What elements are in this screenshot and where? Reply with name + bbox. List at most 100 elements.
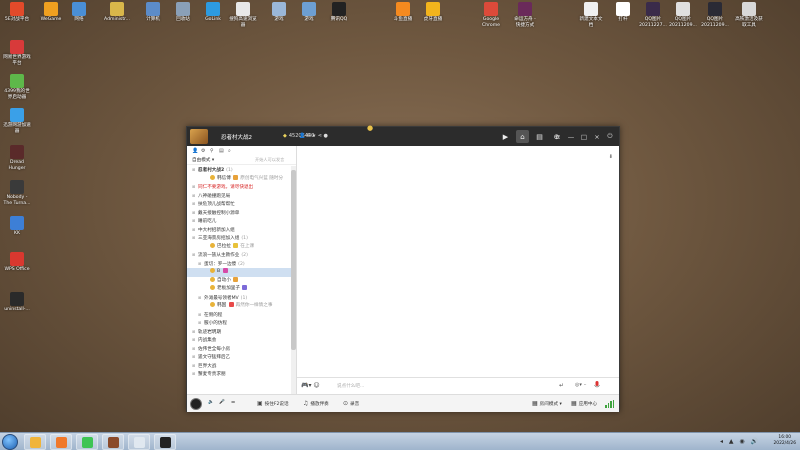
desktop-icon[interactable]: QQ图片 20211209... [698,2,732,28]
desktop-icon[interactable]: 计算机 [136,2,170,23]
taskbar-app-button[interactable] [24,434,46,450]
mic-toggle-icon[interactable]: 🎤 [219,400,225,405]
mode-dropdown[interactable]: 自由模式 ▾ [192,157,214,163]
channel-row[interactable]: ⊞ 忍者村大战2 (1) [187,166,293,175]
channel-row[interactable]: ⊞ 睡前吃儿 [187,217,293,226]
mic-icon[interactable] [594,381,600,390]
desktop-icon[interactable]: 打杆 [606,2,640,23]
chat-area[interactable]: ⬇ [297,146,619,361]
desktop-icon[interactable]: Administr... [100,2,134,23]
desktop-icon[interactable]: 游戏 [292,2,326,23]
desktop-icon[interactable]: KK [0,216,34,237]
menu-button[interactable]: ≡ [553,130,563,143]
user-row[interactable]: 老板加里子 [187,285,293,294]
settings-icon[interactable]: ⚙ [201,148,207,154]
channel-row[interactable]: ⊞ 蟹麦专责求朋 [187,370,293,379]
desktop-icon[interactable]: 腾讯QQ [322,2,356,23]
user-row[interactable]: 韩国 再然你一样情之事 [187,302,293,311]
channel-row[interactable]: ⊞ 蛋切：罗一边傻 (2) [187,260,293,269]
video-icon[interactable]: ▶ [499,130,512,143]
taskbar-app-button[interactable] [154,434,176,450]
emoji-icon[interactable]: 🎮▾ ☺ [301,382,320,389]
desktop-icon[interactable]: 5E对战平台 [0,2,34,23]
desktop-icon[interactable]: 高铁激活及获 取工具 [732,2,766,28]
desktop-icon[interactable]: 回收站 [166,2,200,23]
user-row[interactable]: 自动小 [187,276,293,286]
share-icon[interactable]: ⋖ [318,133,322,139]
desktop-icon[interactable]: 游戏 [262,2,296,23]
room-mode-button[interactable]: ▦ 房间模式 ▾ [532,400,562,407]
record-audio-button[interactable]: ⊙ 录音 [343,400,359,407]
desktop-icon[interactable]: GoLink [196,2,230,23]
channel-row[interactable]: ⊞ 遥文守猛拜后乙 [187,353,293,362]
channel-row[interactable]: ⊞ 戴天接触控制小源单 [187,209,293,218]
window-titlebar[interactable]: 忍者村大战2 ◆ 45206440 👤 6 ★ ⋖ ● ● ▶ ⌂ ▤ ⊕ ≡ —… [187,124,619,146]
members-icon[interactable]: 👤 [192,148,198,154]
volume-icon[interactable]: 🔈 [208,400,214,405]
desktop-icon[interactable]: 4399我的世 界启动器 [0,74,34,100]
channel-row[interactable]: ⊞ 外滩最号领者MV (1) [187,294,293,303]
send-icon[interactable]: ↵ [559,382,564,389]
chat-input[interactable]: 说点什么吧... [337,383,364,389]
channel-row[interactable]: ⊞ 内战集会 [187,336,293,345]
list-icon[interactable]: ▤ [533,130,546,143]
start-button[interactable] [2,434,18,450]
user-row[interactable]: B [187,268,293,277]
desktop-icon[interactable]: WPS Office [0,252,34,273]
room-avatar[interactable] [190,129,208,144]
maximize-button[interactable]: □ [579,130,589,143]
taskbar-app-button[interactable] [128,434,150,450]
channel-row[interactable]: ⊞ 佐伟世全每小房 [187,345,293,354]
channel-row[interactable]: ⊞ 扶危顶儿战帮帮忙 [187,200,293,209]
push-to-talk-button[interactable]: ▣ 按住F2说话 [257,400,289,407]
clock[interactable]: 16:00 2022/4/26 [773,435,796,447]
app-center-button[interactable]: ▦ 应用中心 [571,400,597,407]
channel-row[interactable]: ⊞ 巨界大战 [187,362,293,371]
minimize-button[interactable]: — [566,130,576,143]
power-button[interactable]: ⏻ [605,130,615,143]
channel-row[interactable]: ⊞ 流浪一族从主教作业 (2) [187,251,293,260]
location-icon[interactable]: ⚲ [210,148,216,154]
channel-row[interactable]: ⊞ 八神碰撞跑见局 [187,192,293,201]
equalizer-icon[interactable]: ⚌ [231,400,235,405]
user-row[interactable]: 韩信傅 原创电气兴蓝 随时分 [187,174,293,184]
channel-row[interactable]: ⊞ 同仁不要游戏，请尽快退出 [187,183,293,192]
taskbar-app-button[interactable] [102,434,124,450]
note-icon[interactable]: ▤ [219,148,225,154]
user-row[interactable]: 巴拉拉 在上课 [187,242,293,252]
desktop-icon[interactable]: QQ图片 20211227... [636,2,670,28]
desktop-icon[interactable]: Nobody - The Turna... [0,180,34,206]
channel-scrollbar[interactable] [291,166,296,394]
desktop-icon[interactable]: 迅游网游加速 器 [0,108,34,134]
channel-row[interactable]: ⊞ 在侧的程 [187,311,293,320]
info-icon[interactable]: ● [323,133,327,139]
play-accompaniment-button[interactable]: ♫ 播放伴奏 [303,400,329,407]
desktop-icon[interactable]: 斗鱼直播 [386,2,420,23]
taskbar-app-button[interactable] [50,434,72,450]
desktop-icon[interactable]: 网络 [62,2,96,23]
home-icon[interactable]: ⌂ [516,130,529,143]
desktop-icon[interactable]: 搜狗高速浏览 器 [226,2,260,28]
desktop-icon[interactable]: 新建文本文 档 [574,2,608,28]
channel-row[interactable]: ⊞ 三亚海景房招加入组 (1) [187,234,293,243]
taskbar-app-button[interactable] [76,434,98,450]
star-icon[interactable]: ★ [312,133,316,139]
system-tray[interactable]: ◂ ▲ ◉ 🔊 [720,438,760,445]
close-button[interactable]: × [592,130,602,143]
desktop-icon[interactable]: 网易世界游戏 平台 [0,40,34,66]
channel-row[interactable]: ⊞ 轨迹岩明期 [187,328,293,337]
gift-icon[interactable]: ● [367,124,373,132]
pin-icon[interactable]: ⬇ [609,154,613,160]
desktop-icon[interactable]: 虎牙直播 [416,2,450,23]
desktop-icon[interactable]: Dread Hunger [0,145,34,171]
record-button[interactable] [190,398,202,410]
desktop-icon[interactable]: Google Chrome [474,2,508,28]
channel-row[interactable]: ⊞ 中大村招新加入组 [187,226,293,235]
desktop-icon[interactable]: QQ图片 20211209... [666,2,700,28]
desktop-icon[interactable]: uninstall-... [0,292,34,313]
scrollbar-thumb[interactable] [291,170,296,350]
desktop-icon[interactable]: 命运方舟 - 快捷方式 [508,2,542,28]
search-icon[interactable]: ⌕ [228,148,234,154]
channel-row[interactable]: ⊞ 服小的仿程 [187,319,293,328]
more-icon[interactable]: ◎▾ ·· [575,382,587,388]
